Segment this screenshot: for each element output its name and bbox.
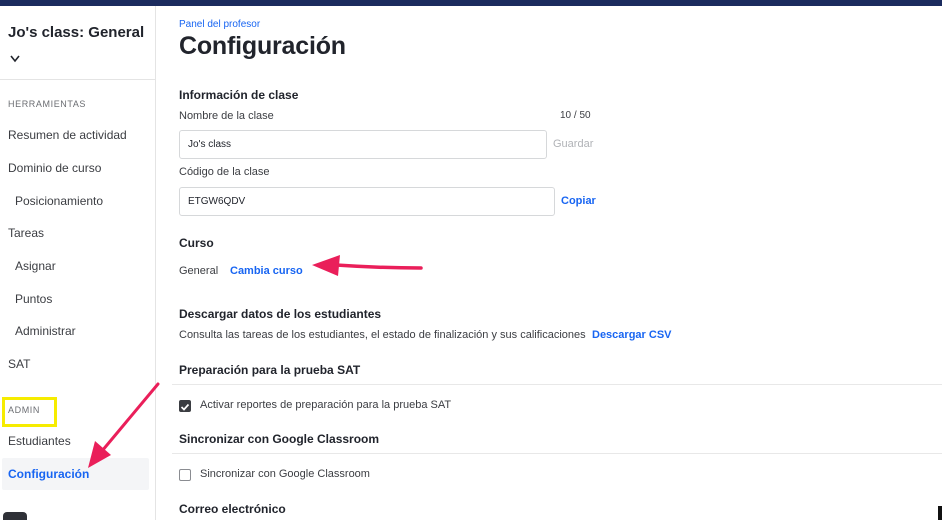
google-sync-title: Sincronizar con Google Classroom	[179, 432, 380, 446]
edge-marker	[938, 506, 942, 520]
sidebar-item-puntos[interactable]: Puntos	[15, 292, 52, 306]
download-description: Consulta las tareas de los estudiantes, …	[179, 329, 586, 341]
current-course: General	[179, 265, 219, 277]
class-name-label: Nombre de la clase	[179, 110, 274, 122]
sidebar-section-herramientas: HERRAMIENTAS	[8, 99, 87, 109]
help-button[interactable]	[3, 512, 27, 520]
sat-prep-checkbox[interactable]	[179, 400, 191, 412]
sidebar-item-dominio-curso[interactable]: Dominio de curso	[8, 161, 101, 175]
sat-prep-checkbox-label[interactable]: Activar reportes de preparación para la …	[200, 399, 451, 411]
class-code-input[interactable]	[179, 187, 555, 216]
sidebar: Jo's class: General HERRAMIENTAS Resumen…	[0, 6, 156, 520]
sidebar-item-administrar[interactable]: Administrar	[15, 324, 76, 338]
download-csv-link[interactable]: Descargar CSV	[592, 329, 672, 341]
google-sync-checkbox[interactable]	[179, 469, 191, 481]
sidebar-item-configuracion[interactable]: Configuración	[8, 467, 89, 481]
class-name-input[interactable]	[179, 130, 547, 159]
copy-button[interactable]: Copiar	[561, 195, 596, 207]
class-title[interactable]: Jo's class: General	[8, 24, 144, 41]
chevron-down-icon[interactable]	[9, 54, 21, 64]
download-title: Descargar datos de los estudiantes	[179, 307, 382, 321]
sidebar-item-estudiantes[interactable]: Estudiantes	[8, 434, 71, 448]
save-button[interactable]: Guardar	[553, 138, 593, 150]
email-title: Correo electrónico	[179, 502, 286, 516]
change-course-link[interactable]: Cambia curso	[230, 265, 303, 277]
sidebar-divider	[0, 79, 155, 80]
sidebar-item-tareas[interactable]: Tareas	[8, 226, 44, 240]
sidebar-item-sat[interactable]: SAT	[8, 357, 30, 371]
breadcrumb[interactable]: Panel del profesor	[179, 19, 260, 30]
page-title: Configuración	[179, 32, 346, 60]
sidebar-item-resumen-actividad[interactable]: Resumen de actividad	[8, 128, 127, 142]
class-name-counter: 10 / 50	[560, 110, 591, 121]
course-title: Curso	[179, 236, 214, 250]
class-code-label: Código de la clase	[179, 166, 270, 178]
sidebar-section-admin: ADMIN	[8, 405, 40, 415]
main-content: Panel del profesor Configuración Informa…	[157, 6, 942, 520]
sidebar-item-asignar[interactable]: Asignar	[15, 259, 56, 273]
check-icon	[180, 403, 190, 411]
google-sync-checkbox-label[interactable]: Sincronizar con Google Classroom	[200, 468, 370, 480]
sidebar-item-posicionamiento[interactable]: Posicionamiento	[15, 194, 103, 208]
class-info-title: Información de clase	[179, 88, 299, 102]
section-divider	[172, 384, 942, 385]
sat-prep-title: Preparación para la prueba SAT	[179, 363, 361, 377]
section-divider	[172, 453, 942, 454]
